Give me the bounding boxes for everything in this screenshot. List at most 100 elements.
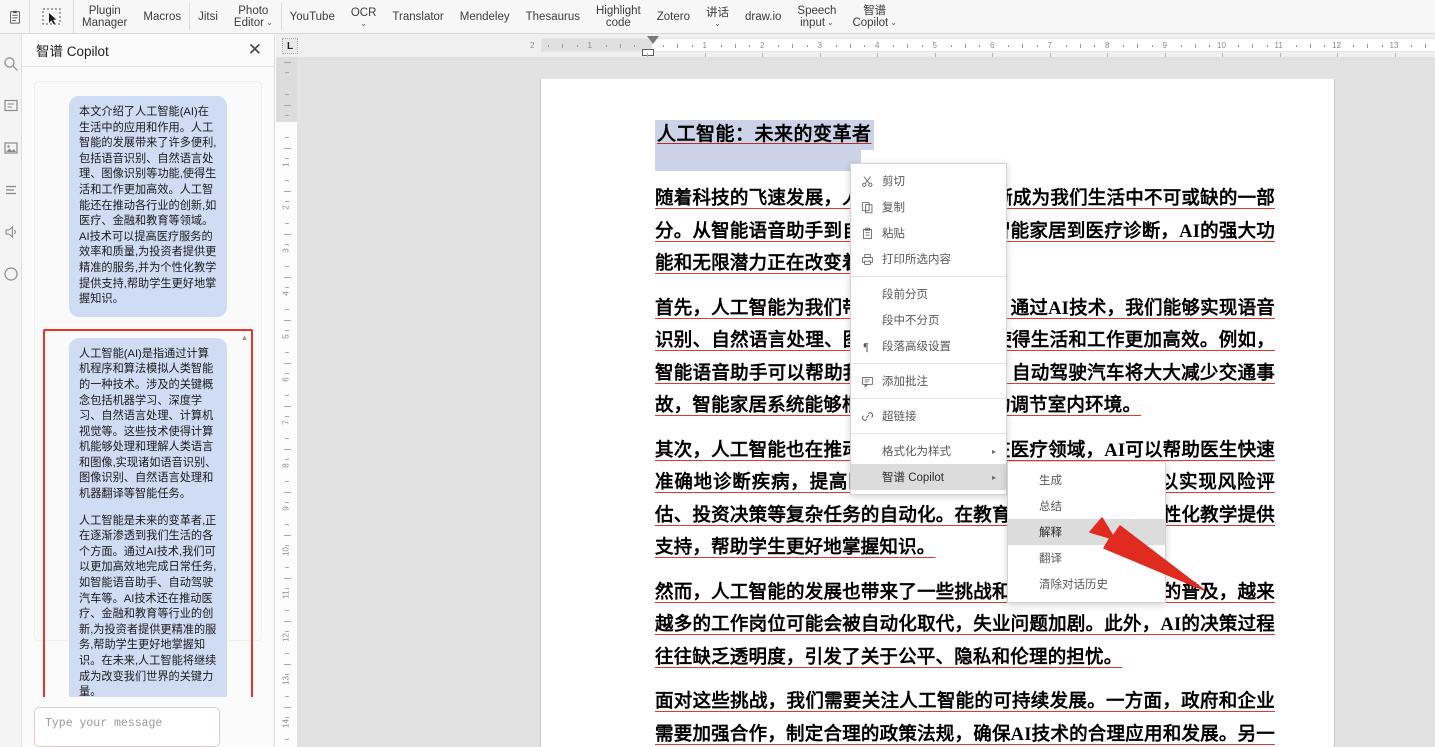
plugin-button-讲话[interactable]: 讲话 ⌄ [698,0,737,33]
menu-item-智谱-Copilot[interactable]: 智谱 Copilot ▸ [851,464,1006,490]
chevron-down-icon[interactable]: ⌄ [714,19,721,28]
image-icon[interactable] [3,140,19,156]
menu-item-label: 段前分页 [882,289,928,301]
ruler-tick [807,45,808,47]
menu-item-复制[interactable]: 复制 [851,194,1006,220]
copilot-panel-body: 本文介绍了人工智能(AI)在生活中的应用和作用。人工智能的发展带来了许多便利,包… [22,67,274,697]
vertical-ruler-tick [285,180,289,181]
ruler-tick [1137,44,1138,48]
ruler-number: 2 [760,41,765,50]
vertical-ruler-number: 5 [281,334,291,339]
speaker-icon[interactable] [3,224,19,240]
search-icon[interactable] [3,56,19,72]
ruler-number: 6 [990,41,995,50]
plugin-button-jitsi[interactable]: Jitsi [190,0,226,33]
chevron-down-icon[interactable]: ⌄ [266,19,273,27]
vertical-ruler[interactable]: 1 2 3 4 5 6 7 8 9 10 11 12 13 14 [276,34,298,747]
circle-icon[interactable] [3,266,19,282]
vertical-ruler-number: 9 [281,506,291,511]
plugin-button-photo-editor[interactable]: Photo Editor ⌄ [226,0,281,33]
vertical-ruler-tick [285,588,289,589]
plugin-button-draw-io[interactable]: draw.io [737,0,789,33]
chevron-right-icon: ▸ [991,446,996,456]
plugin-button-ocr[interactable]: OCR ⌄ [343,0,385,33]
ruler-number: 3 [817,41,822,50]
vertical-ruler-tick [285,545,289,546]
select-tool-button[interactable] [30,0,74,33]
ruler-number: 2 [530,41,535,50]
vertical-ruler-tick [284,449,291,450]
vertical-ruler-number: 13 [281,676,291,685]
ruler-tick [1425,44,1426,48]
menu-separator [851,398,1006,399]
vertical-ruler-tick [284,406,291,407]
chat-scroll-area[interactable]: 本文介绍了人工智能(AI)在生活中的应用和作用。人工智能的发展带来了许多便利,包… [43,92,253,697]
menu-item-段落高级设置[interactable]: ¶ 段落高级设置 [851,333,1006,359]
horizontal-ruler[interactable]: L 1234567891011121314151621 [276,34,1435,58]
ruler-sub-tick [1107,53,1108,57]
chevron-down-icon[interactable]: ⌄ [360,19,367,28]
chevron-down-icon[interactable]: ⌄ [890,19,897,27]
left-indent-marker[interactable] [642,49,654,56]
plugin-button-speech-input[interactable]: Speech input ⌄ [789,0,844,33]
message-input[interactable]: Type your message [34,707,220,747]
ruler-tick [1238,45,1239,47]
vertical-ruler-tick [284,105,291,106]
ruler-tick [965,44,966,48]
plugin-button-智谱-copilot[interactable]: 智谱 Copilot ⌄ [844,0,905,33]
plugin-button-translator[interactable]: Translator [384,0,451,33]
close-icon[interactable]: ✕ [248,41,262,58]
menu-item-段中不分页[interactable]: 段中不分页 [851,307,1006,333]
message-paragraph: 人工智能(AI)是指通过计算机程序和算法模拟人类智能的一种技术。涉及的关键概念包… [79,347,217,501]
ruler-sub-tick [1279,53,1281,57]
plugin-button-zotero[interactable]: Zotero [649,0,698,33]
ruler-number: 5 [932,41,937,50]
menu-item-段前分页[interactable]: 段前分页 [851,281,1006,307]
plugin-button-macros[interactable]: Macros [135,0,189,33]
plugin-button-highlight-code[interactable]: Highlight code [588,0,649,33]
copilot-panel: 智谱 Copilot ✕ 本文介绍了人工智能(AI)在生活中的应用和作用。人工智… [22,34,275,747]
message-paragraph: 本文介绍了人工智能(AI)在生活中的应用和作用。人工智能的发展带来了许多便利,包… [79,106,217,306]
first-line-indent-marker[interactable] [647,36,659,44]
ruler-number: 11 [1274,41,1283,50]
menu-item-剪切[interactable]: 剪切 [851,168,1006,194]
vertical-ruler-number: 7 [281,420,291,425]
ruler-tick [620,44,621,48]
vertical-ruler-tick [285,567,289,568]
menu-item-粘贴[interactable]: 粘贴 [851,220,1006,246]
comment-icon[interactable] [3,98,19,114]
vertical-ruler-tick [285,244,289,245]
comment-icon [860,374,875,389]
chevron-down-icon[interactable]: ⌄ [827,19,834,27]
ruler-number: 1 [587,41,592,50]
ruler-tick [1382,45,1383,47]
plugin-buttons: Plugin Manager Macros Jitsi Photo Editor ⌄ YouT… [74,0,905,33]
printer-icon [860,252,875,267]
ruler-tick [1296,45,1297,47]
ruler-tick [548,45,549,47]
vertical-ruler-tick [285,115,289,116]
list-icon[interactable] [3,182,19,198]
chat-inner-scrollbar[interactable]: ▲ ▼ [240,333,249,697]
marquee-cursor-icon [42,8,60,24]
tab-stop-selector[interactable]: L [282,38,298,54]
menu-item-格式化为样式[interactable]: 格式化为样式 ▸ [851,438,1006,464]
ruler-sub-tick [1164,53,1166,57]
plugin-button-mendeley[interactable]: Mendeley [452,0,518,33]
menu-item-label: 粘贴 [882,228,905,240]
plugin-button-sublabel: Copilot ⌄ [852,17,897,29]
clipboard-icon-cell[interactable] [0,0,30,33]
plugin-button-thesaurus[interactable]: Thesaurus [518,0,588,33]
plugin-button-youtube[interactable]: YouTube [282,0,343,33]
menu-item-打印所选内容[interactable]: 打印所选内容 [851,246,1006,272]
scroll-up-icon[interactable]: ▲ [240,333,249,342]
menu-item-添加批注[interactable]: 添加批注 [851,368,1006,394]
menu-item-label: 段中不分页 [882,315,940,327]
submenu-item-生成[interactable]: 生成 [1008,467,1165,493]
context-menu[interactable]: 剪切 复制粘贴打印所选内容段前分页段中不分页 ¶ 段落高级设置 添加批注超链接格式化为样… [850,163,1007,495]
ruler-tick [663,45,664,47]
plugin-button-plugin-manager[interactable]: Plugin Manager [74,0,135,33]
vertical-ruler-number: 4 [281,291,291,296]
menu-item-超链接[interactable]: 超链接 [851,403,1006,429]
ruler-tick [893,45,894,47]
